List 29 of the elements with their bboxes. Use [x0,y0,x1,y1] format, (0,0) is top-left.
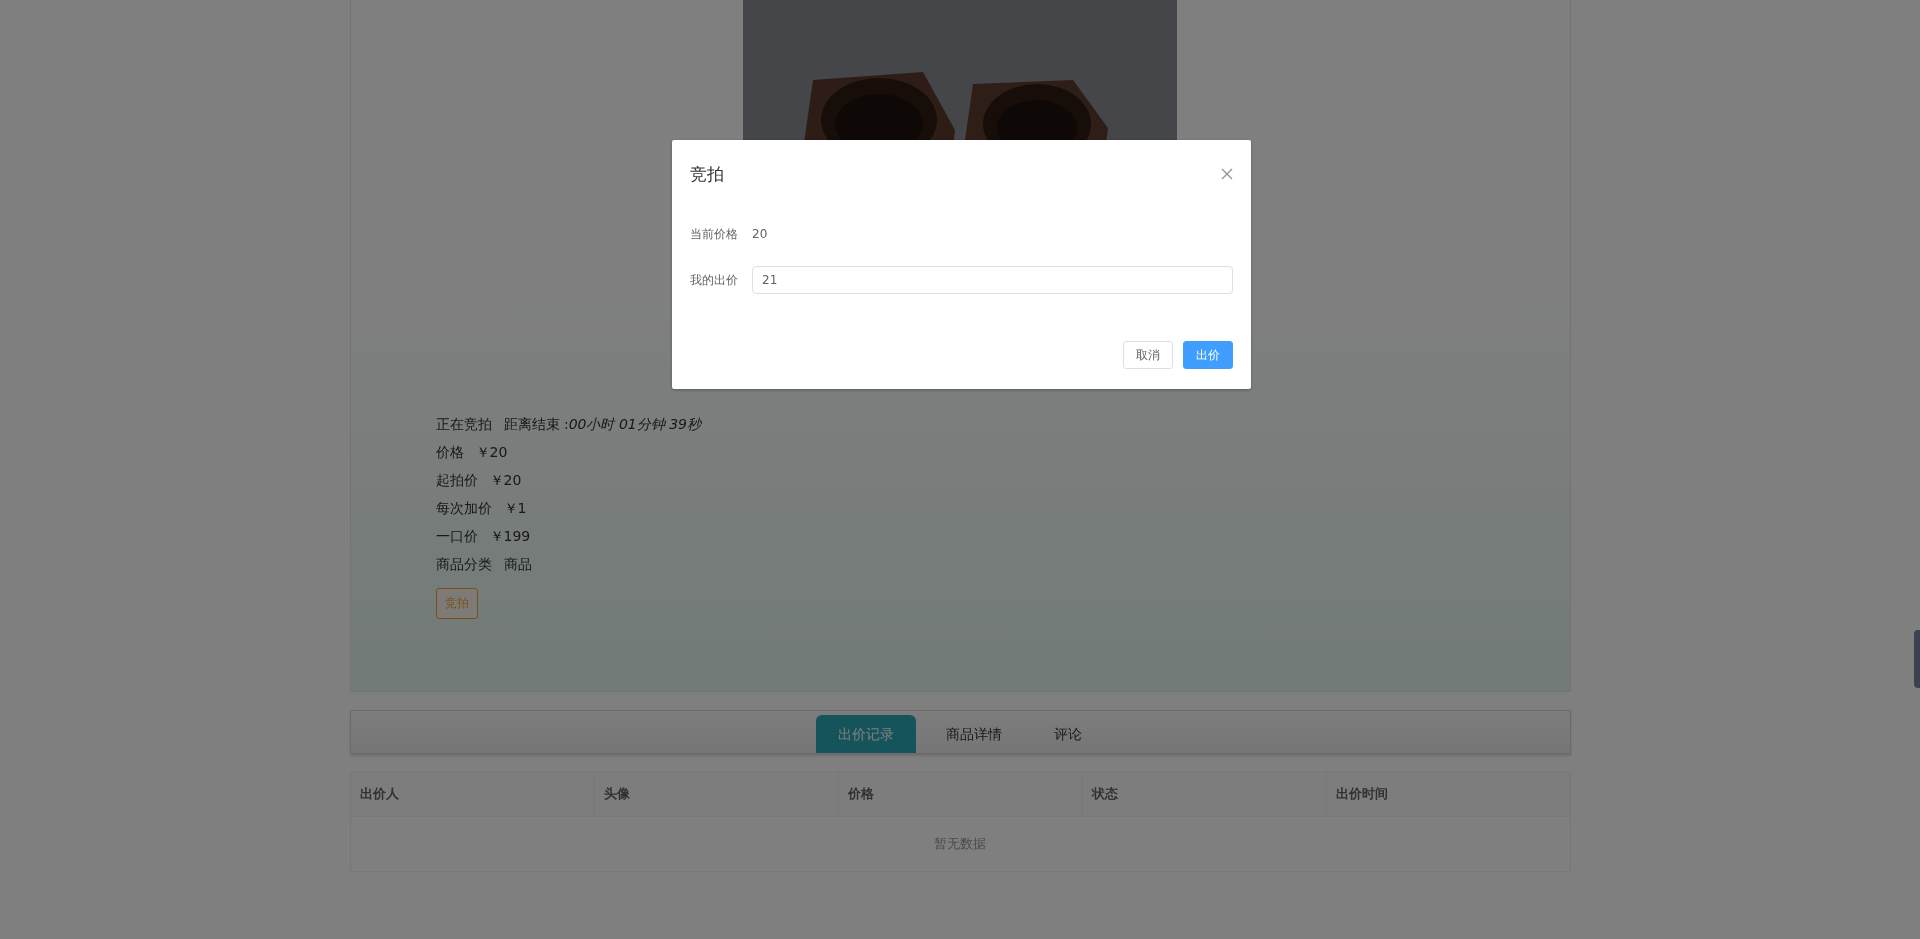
detail-label: 商品分类 [435,555,492,574]
tab[interactable]: 评论 [1032,715,1104,753]
detail-label: 起拍价 [435,471,478,490]
detail-label: 一口价 [435,527,478,546]
close-icon[interactable] [1221,168,1233,180]
detail-value: 商品 [503,555,532,574]
field-value: 20 [752,227,768,241]
input-field[interactable]: 21 [752,266,1233,294]
column-header: 出价时间 [1334,785,1389,803]
detail-value: ￥20 [475,443,508,462]
column-header: 价格 [838,772,1083,816]
cancel-button[interactable]: 取消 [1123,341,1173,369]
field-label: 当前价格 [690,225,739,243]
tab[interactable]: 商品详情 [924,715,1024,753]
detail-label: 价格 [435,443,464,462]
side-handle[interactable] [1914,630,1920,688]
column-header: 出价人 [350,772,595,816]
countdown-text: 距离结束 :00小时 01分钟 39秒 [503,415,701,434]
detail-value: ￥1 [503,499,527,518]
column-header: 状态 [1082,772,1327,816]
auction-status: 正在竞拍 [435,415,492,434]
dialog-title: 竞拍 [690,162,724,186]
detail-value: ￥199 [489,527,531,546]
tab[interactable]: 出价记录 [816,715,916,753]
detail-label: 每次加价 [435,499,492,518]
detail-value: ￥20 [489,471,522,490]
field-label: 我的出价 [690,271,739,289]
column-header: 头像 [594,772,839,816]
submit-button[interactable]: 出价 [1183,341,1233,369]
